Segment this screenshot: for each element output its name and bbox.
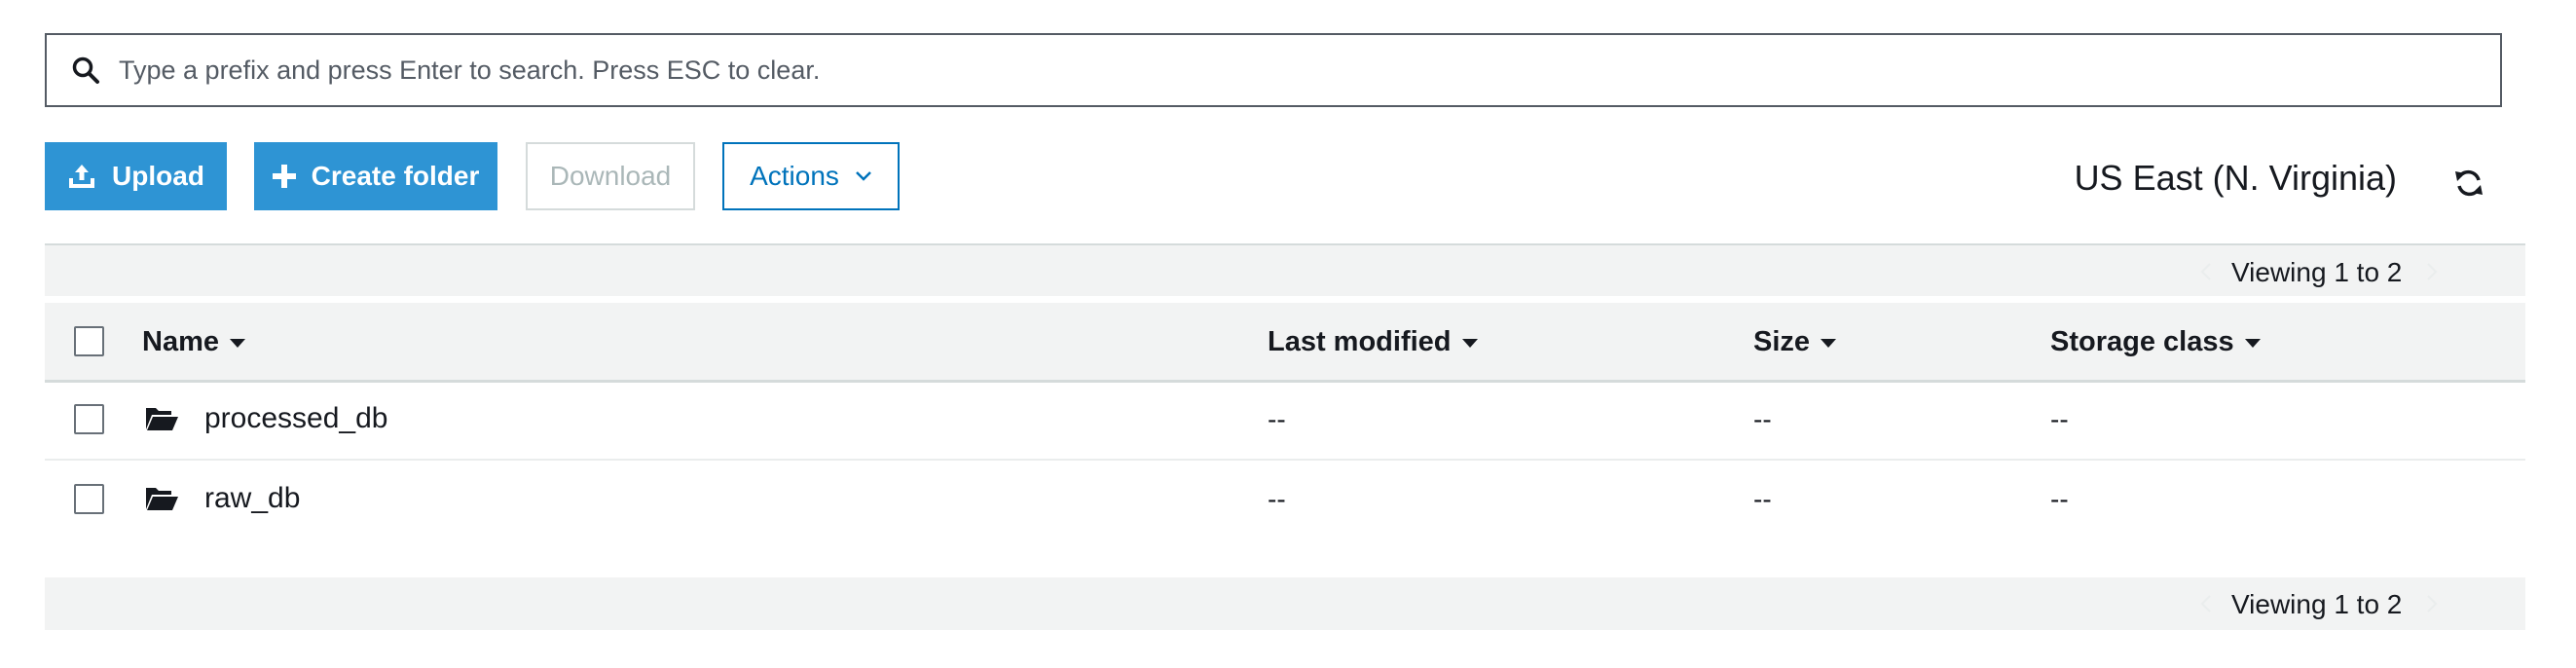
row-checkbox[interactable]	[74, 484, 104, 514]
region-label: US East (N. Virginia)	[2074, 158, 2397, 198]
upload-icon	[67, 163, 96, 190]
search-bar[interactable]	[45, 33, 2502, 107]
column-header-name[interactable]: Name	[142, 326, 246, 358]
storage-class-cell: --	[2050, 404, 2069, 434]
size-cell: --	[1753, 484, 1772, 514]
download-button[interactable]: Download	[526, 142, 695, 210]
last-modified-cell: --	[1268, 404, 1286, 434]
actions-dropdown-button[interactable]: Actions	[722, 142, 900, 210]
chevron-left-icon[interactable]	[2196, 589, 2216, 618]
column-header-last-modified[interactable]: Last modified	[1268, 326, 1479, 358]
folder-name-link[interactable]: raw_db	[204, 482, 300, 515]
column-header-label: Name	[142, 326, 219, 357]
pagination-top: Viewing 1 to 2	[45, 243, 2525, 296]
create-folder-button[interactable]: Create folder	[254, 142, 497, 210]
plus-icon	[272, 165, 296, 188]
row-checkbox[interactable]	[74, 404, 104, 434]
create-folder-label: Create folder	[311, 161, 480, 191]
column-header-label: Storage class	[2050, 326, 2234, 357]
column-header-storage-class[interactable]: Storage class	[2050, 326, 2262, 358]
table-row[interactable]: processed_db -- -- --	[45, 383, 2525, 461]
upload-button[interactable]: Upload	[45, 142, 227, 210]
column-header-label: Last modified	[1268, 326, 1452, 357]
chevron-left-icon[interactable]	[2196, 257, 2216, 286]
sort-caret-icon	[1461, 337, 1479, 349]
folder-icon	[144, 484, 179, 513]
refresh-icon[interactable]	[2451, 166, 2486, 201]
chevron-down-icon	[855, 170, 872, 182]
sort-caret-icon	[229, 337, 246, 349]
search-icon	[68, 53, 103, 88]
storage-class-cell: --	[2050, 484, 2069, 514]
sort-caret-icon	[2244, 337, 2262, 349]
upload-label: Upload	[112, 161, 204, 191]
select-all-checkbox[interactable]	[74, 326, 104, 356]
download-label: Download	[549, 161, 672, 191]
column-header-size[interactable]: Size	[1753, 326, 1837, 358]
pagination-bottom: Viewing 1 to 2	[45, 577, 2525, 630]
table-header: Name Last modified Size Storage class	[45, 303, 2525, 383]
actions-label: Actions	[750, 161, 839, 191]
folder-icon	[144, 404, 179, 433]
folder-name-link[interactable]: processed_db	[204, 402, 387, 435]
last-modified-cell: --	[1268, 484, 1286, 514]
pagination-label: Viewing 1 to 2	[2231, 589, 2403, 619]
chevron-right-icon[interactable]	[2422, 589, 2442, 618]
column-header-label: Size	[1753, 326, 1811, 357]
size-cell: --	[1753, 404, 1772, 434]
search-input[interactable]	[119, 41, 2481, 99]
sort-caret-icon	[1820, 337, 1837, 349]
table-row[interactable]: raw_db -- -- --	[45, 463, 2525, 540]
pagination-label: Viewing 1 to 2	[2231, 257, 2403, 287]
chevron-right-icon[interactable]	[2422, 257, 2442, 286]
